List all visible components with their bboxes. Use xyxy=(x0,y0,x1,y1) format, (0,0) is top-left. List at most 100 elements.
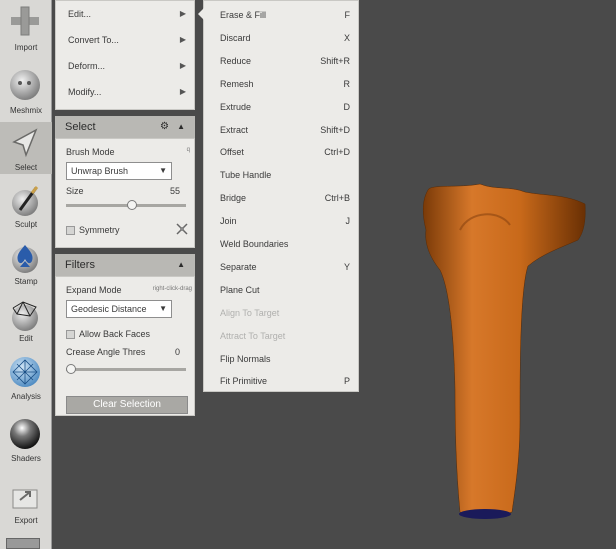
submenu-item-label: Join xyxy=(220,216,237,227)
filters-section-body: Expand Mode right-click-drag Geodesic Di… xyxy=(55,276,195,416)
export-tool-button[interactable]: Export xyxy=(0,476,52,536)
select-arrow-icon xyxy=(12,128,38,158)
submenu-item-shortcut: Ctrl+B xyxy=(324,193,350,204)
crease-angle-value: 0 xyxy=(174,347,180,357)
expand-mode-label: Expand Mode xyxy=(66,285,122,295)
size-label: Size xyxy=(66,186,84,196)
filters-section-header[interactable]: Filters ▲ xyxy=(55,254,195,276)
submenu-item-shortcut: Y xyxy=(343,261,350,272)
shaders-sphere-icon xyxy=(10,419,40,449)
submenu-item-shortcut: Shift+R xyxy=(320,55,350,66)
extra-tool-icon[interactable] xyxy=(6,538,40,549)
analysis-label: Analysis xyxy=(11,392,41,401)
crease-angle-slider-knob[interactable] xyxy=(66,364,76,374)
edit-mesh-icon xyxy=(12,301,38,331)
submenu-item-label: Extract xyxy=(220,124,249,135)
bone-cut-end xyxy=(459,509,511,519)
allow-back-faces-checkbox[interactable] xyxy=(66,330,75,339)
submenu-item-shortcut: Shift+D xyxy=(320,124,350,135)
submenu-item-attract-to-target: Attract To Target xyxy=(204,325,360,347)
submenu-item-label: Separate xyxy=(220,261,257,272)
submenu-item-label: Erase & Fill xyxy=(220,10,267,20)
bone-mesh[interactable] xyxy=(423,183,586,516)
menu-item-edit[interactable]: Edit... ▶ xyxy=(56,1,194,27)
submenu-item-shortcut: X xyxy=(343,32,350,43)
collapse-caret-icon[interactable]: ▲ xyxy=(177,254,185,276)
submenu-item-discard[interactable]: Discard X xyxy=(204,27,360,49)
submenu-item-align-to-target: Align To Target xyxy=(204,302,360,324)
analysis-tool-button[interactable]: Analysis xyxy=(0,351,52,411)
select-section-title: Select xyxy=(65,121,96,133)
edit-menu-section: Edit... ▶ Convert To... ▶ Deform... ▶ Mo… xyxy=(55,0,195,110)
chevron-right-icon: ▶ xyxy=(179,61,186,70)
submenu-item-shortcut: D xyxy=(343,101,351,112)
collapse-caret-icon[interactable]: ▲ xyxy=(177,116,185,138)
edit-submenu: Erase & Fill F Discard X Reduce Shift+R Remesh… xyxy=(198,0,360,392)
clear-selection-button[interactable]: Clear Selection xyxy=(66,396,188,414)
symmetry-settings-icon[interactable] xyxy=(176,223,188,235)
submenu-item-label: Tube Handle xyxy=(220,170,272,181)
symmetry-label: Symmetry xyxy=(79,225,120,235)
brush-mode-hint: q xyxy=(186,147,190,153)
sculpt-label: Sculpt xyxy=(14,220,38,229)
sculpt-tool-button[interactable]: Sculpt xyxy=(0,180,52,240)
select-tool-button[interactable]: Select xyxy=(0,122,52,174)
menu-item-deform[interactable]: Deform... ▶ xyxy=(56,53,194,79)
menu-item-label: Deform... xyxy=(68,61,106,71)
submenu-item-bridge[interactable]: Bridge Ctrl+B xyxy=(204,187,360,209)
submenu-item-label: Attract To Target xyxy=(220,330,286,341)
crease-angle-slider-track[interactable] xyxy=(66,368,186,371)
export-label: Export xyxy=(14,516,38,525)
submenu-item-remesh[interactable]: Remesh R xyxy=(204,73,360,95)
submenu-item-label: Reduce xyxy=(220,55,252,66)
brush-mode-select[interactable]: Unwrap Brush ▼ xyxy=(66,162,172,180)
submenu-item-join[interactable]: Join J xyxy=(204,210,360,232)
meshmix-label: Meshmix xyxy=(9,106,42,115)
edit-tool-button[interactable]: Edit xyxy=(0,294,52,354)
submenu-item-weld-boundaries[interactable]: Weld Boundaries xyxy=(204,233,360,255)
brush-mode-value: Unwrap Brush xyxy=(71,166,129,176)
submenu-item-plane-cut[interactable]: Plane Cut xyxy=(204,279,360,301)
stamp-tool-button[interactable]: Stamp xyxy=(0,237,52,297)
filters-section-title: Filters xyxy=(65,259,95,271)
gear-icon[interactable]: ⚙ xyxy=(160,116,169,138)
stamp-icon xyxy=(12,245,38,273)
submenu-item-reduce[interactable]: Reduce Shift+R xyxy=(204,50,360,72)
allow-back-faces-label: Allow Back Faces xyxy=(79,329,151,339)
plus-icon xyxy=(11,6,39,36)
submenu-item-erase-fill[interactable]: Erase & Fill F xyxy=(204,4,360,26)
size-value: 55 xyxy=(169,186,180,196)
submenu-item-tube-handle[interactable]: Tube Handle xyxy=(204,164,360,186)
expand-mode-select[interactable]: Geodesic Distance ▼ xyxy=(66,300,172,318)
select-label: Select xyxy=(14,163,38,172)
submenu-item-extract[interactable]: Extract Shift+D xyxy=(204,119,360,141)
tool-panel: Edit... ▶ Convert To... ▶ Deform... ▶ Mo… xyxy=(55,0,195,420)
import-label: Import xyxy=(14,43,38,52)
submenu-item-shortcut: Ctrl+D xyxy=(324,147,350,158)
shaders-tool-button[interactable]: Shaders xyxy=(0,413,52,473)
submenu-item-label: Weld Boundaries xyxy=(220,239,289,249)
submenu-item-separate[interactable]: Separate Y xyxy=(204,256,360,278)
symmetry-checkbox[interactable] xyxy=(66,226,75,235)
menu-item-label: Modify... xyxy=(68,87,102,97)
submenu-item-fit-primitive[interactable]: Fit Primitive P xyxy=(204,370,360,392)
submenu-item-offset[interactable]: Offset Ctrl+D xyxy=(204,141,360,163)
size-slider-knob[interactable] xyxy=(126,200,137,210)
submenu-item-flip-normals[interactable]: Flip Normals xyxy=(204,348,360,370)
shaders-label: Shaders xyxy=(11,454,41,463)
export-icon xyxy=(12,489,38,509)
meshmix-tool-button[interactable]: Meshmix xyxy=(0,64,52,124)
import-tool-button[interactable]: Import xyxy=(0,0,52,60)
stamp-label: Stamp xyxy=(14,277,38,286)
select-section-body: Brush Mode q Unwrap Brush ▼ Size 55 Symm… xyxy=(55,138,195,248)
select-section-header[interactable]: Select ⚙ ▲ xyxy=(55,116,195,138)
submenu-item-extrude[interactable]: Extrude D xyxy=(204,96,360,118)
submenu-item-label: Remesh xyxy=(220,78,254,89)
menu-item-label: Edit... xyxy=(68,9,92,19)
chevron-down-icon: ▼ xyxy=(159,304,167,313)
menu-item-convert-to[interactable]: Convert To... ▶ xyxy=(56,27,194,53)
submenu-item-label: Flip Normals xyxy=(220,353,271,364)
menu-item-modify[interactable]: Modify... ▶ xyxy=(56,79,194,105)
submenu-item-label: Plane Cut xyxy=(220,284,260,295)
viewport-3d-model[interactable] xyxy=(360,170,616,549)
